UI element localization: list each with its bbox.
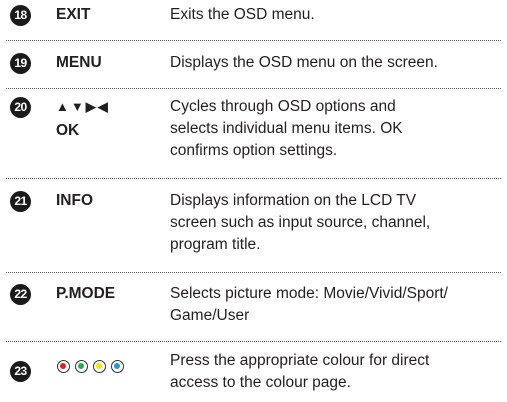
divider — [6, 40, 501, 41]
item-number-19: 19 — [10, 53, 31, 74]
desc-line: Cycles through OSD options and — [170, 98, 396, 115]
item-number-21: 21 — [10, 191, 31, 212]
desc-line: Game/User — [170, 307, 250, 324]
divider — [6, 178, 501, 179]
divider — [6, 341, 501, 342]
desc-info: Displays information on the LCD TV scree… — [170, 190, 500, 256]
colour-buttons — [57, 360, 124, 373]
desc-exit: Exits the OSD menu. — [170, 6, 315, 23]
desc-menu: Displays the OSD menu on the screen. — [170, 54, 438, 71]
desc-line: confirms option settings. — [170, 142, 338, 159]
key-menu: MENU — [56, 54, 102, 71]
desc-line: Selects picture mode: Movie/Vivid/Sport/ — [170, 285, 448, 302]
blue-dot — [114, 363, 120, 369]
key-arrows: ▲▼▶◀ — [56, 99, 110, 114]
key-ok: OK — [56, 122, 80, 139]
desc-line: Displays information on the LCD TV — [170, 192, 417, 209]
blue-button-icon — [111, 360, 124, 373]
desc-line: program title. — [170, 236, 261, 253]
yellow-dot — [96, 363, 102, 369]
divider — [6, 88, 501, 89]
key-p-mode: P.MODE — [56, 285, 116, 302]
desc-line: selects individual menu items. OK — [170, 120, 403, 137]
item-number-23: 23 — [10, 361, 31, 382]
key-info: INFO — [56, 192, 94, 209]
desc-line: access to the colour page. — [170, 374, 351, 391]
item-number-18: 18 — [10, 5, 31, 26]
desc-navigation: Cycles through OSD options and selects i… — [170, 96, 500, 162]
divider — [6, 272, 501, 273]
red-dot — [60, 363, 66, 369]
desc-picture-mode: Selects picture mode: Movie/Vivid/Sport/… — [170, 283, 500, 327]
key-exit: EXIT — [56, 6, 91, 23]
desc-line: screen such as input source, channel, — [170, 214, 431, 231]
item-number-22: 22 — [10, 284, 31, 305]
red-button-icon — [57, 360, 70, 373]
item-number-20: 20 — [10, 97, 31, 118]
green-dot — [78, 363, 84, 369]
desc-line: Press the appropriate colour for direct — [170, 352, 430, 369]
yellow-button-icon — [93, 360, 106, 373]
green-button-icon — [75, 360, 88, 373]
desc-colour-buttons: Press the appropriate colour for direct … — [170, 350, 500, 394]
